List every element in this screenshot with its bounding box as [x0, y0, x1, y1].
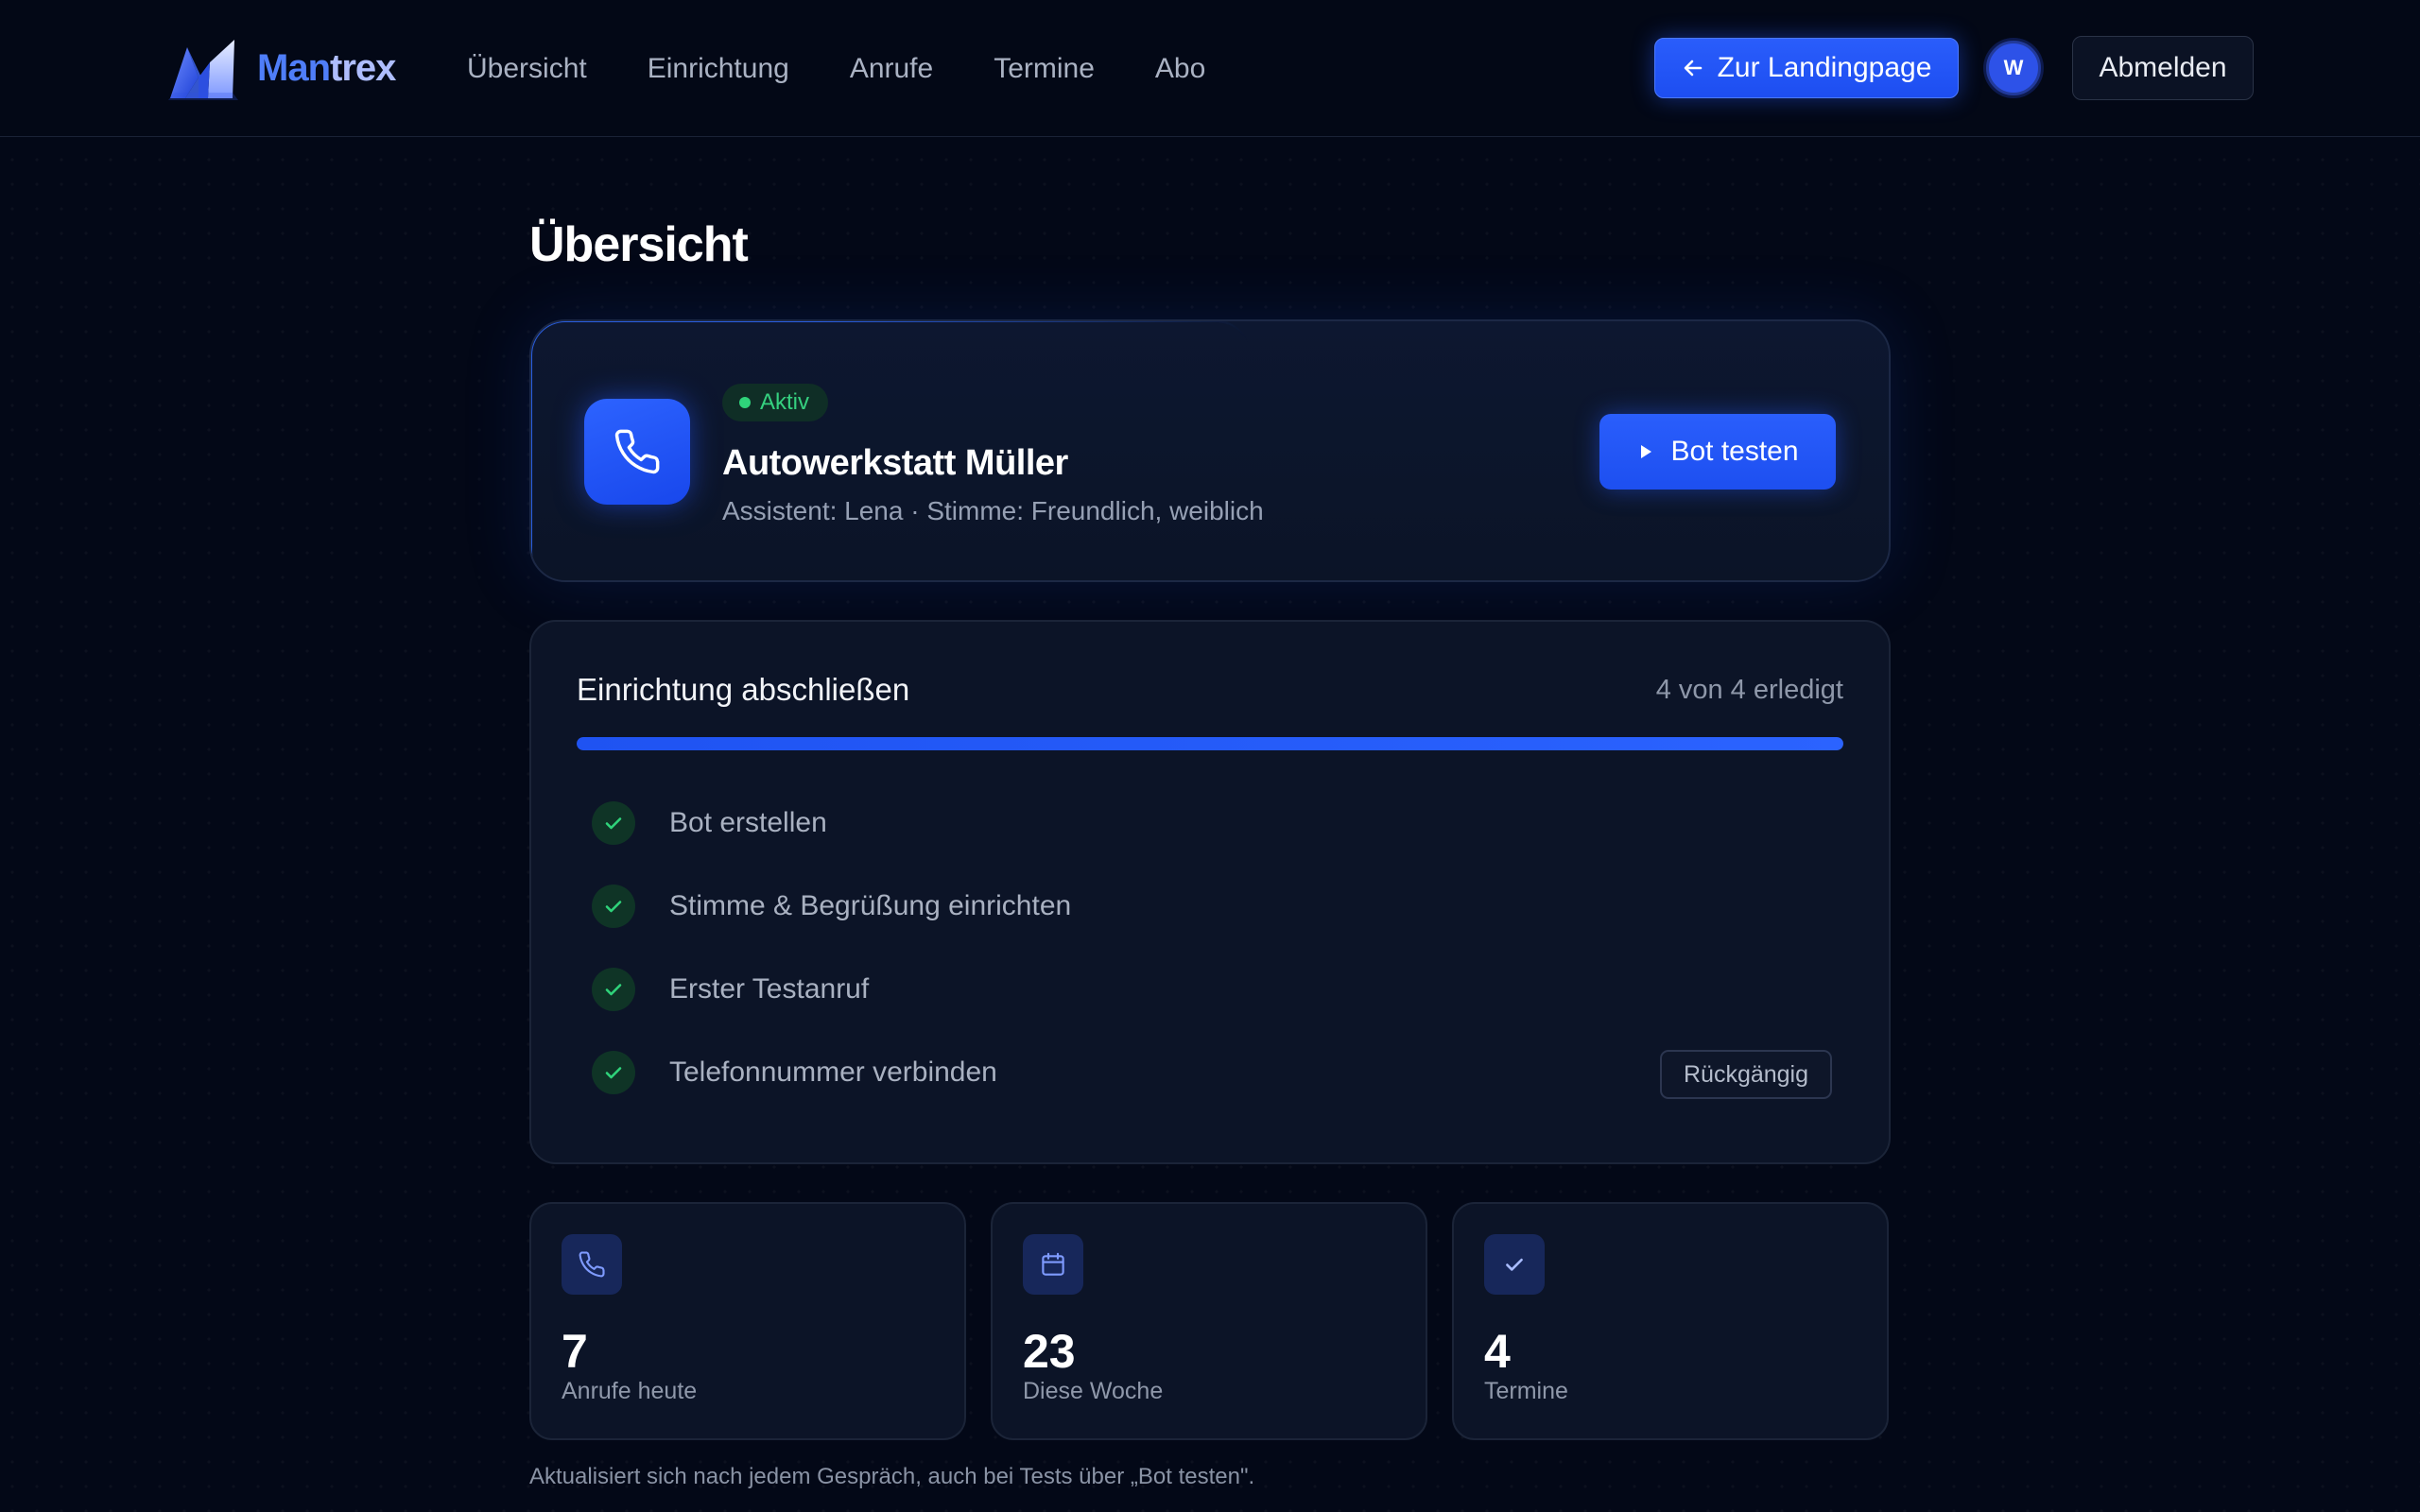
- bot-status-card: Aktiv Autowerkstatt Müller Assistent: Le…: [529, 319, 1891, 582]
- setup-step-label: Stimme & Begrüßung einrichten: [669, 890, 1072, 921]
- bot-phone-icon: [584, 399, 690, 505]
- phone-icon: [562, 1234, 622, 1295]
- check-circle-icon: [592, 801, 635, 845]
- logout-button[interactable]: Abmelden: [2072, 36, 2254, 100]
- setup-step-label: Bot erstellen: [669, 807, 827, 838]
- nav-item-anrufe[interactable]: Anrufe: [850, 49, 933, 89]
- setup-step: Stimme & Begrüßung einrichten: [592, 885, 1832, 968]
- stat-label: Diese Woche: [1023, 1378, 1164, 1404]
- undo-button[interactable]: Rückgängig: [1660, 1050, 1832, 1099]
- setup-step: Erster Testanruf: [592, 968, 1832, 1051]
- main-nav: Übersicht Einrichtung Anrufe Termine Abo: [467, 49, 1266, 89]
- setup-steps-list: Bot erstellen Stimme & Begrüßung einrich…: [592, 801, 1832, 1134]
- stat-card-this-week: 23 Diese Woche: [991, 1202, 1427, 1440]
- user-avatar[interactable]: W: [1986, 41, 2041, 95]
- check-circle-icon: [592, 1051, 635, 1094]
- setup-progress-fill: [577, 737, 1843, 750]
- setup-progress-card: Einrichtung abschließen 4 von 4 erledigt…: [529, 620, 1891, 1164]
- check-circle-icon: [592, 885, 635, 928]
- status-dot-icon: [739, 397, 751, 408]
- brand-name-part2: trex: [330, 47, 396, 89]
- stat-value: 23: [1023, 1325, 1076, 1378]
- setup-progress-count: 4 von 4 erledigt: [1655, 675, 1843, 705]
- test-bot-button-label: Bot testen: [1670, 436, 1799, 467]
- setup-step-label: Erster Testanruf: [669, 973, 870, 1005]
- mantrex-logo-icon[interactable]: [166, 36, 240, 102]
- stat-card-appointments: 4 Termine: [1452, 1202, 1889, 1440]
- setup-step: Bot erstellen: [592, 801, 1832, 885]
- landing-page-button-label: Zur Landingpage: [1717, 52, 1932, 83]
- top-navigation-bar: Mantrex Übersicht Einrichtung Anrufe Ter…: [0, 0, 2420, 137]
- nav-item-termine[interactable]: Termine: [994, 49, 1095, 89]
- check-icon: [1484, 1234, 1545, 1295]
- arrow-left-icon: [1684, 60, 1702, 77]
- stat-card-calls-today: 7 Anrufe heute: [529, 1202, 966, 1440]
- calendar-icon: [1023, 1234, 1083, 1295]
- stat-label: Termine: [1484, 1378, 1568, 1404]
- page-title: Übersicht: [529, 217, 749, 272]
- check-circle-icon: [592, 968, 635, 1011]
- setup-step-label: Telefonnummer verbinden: [669, 1057, 997, 1088]
- nav-item-abo[interactable]: Abo: [1155, 49, 1205, 89]
- bot-subtitle: Assistent: Lena · Stimme: Freundlich, we…: [722, 496, 1264, 525]
- landing-page-button[interactable]: Zur Landingpage: [1654, 38, 1959, 98]
- status-badge-label: Aktiv: [760, 389, 810, 415]
- stat-value: 7: [562, 1325, 588, 1378]
- stat-value: 4: [1484, 1325, 1511, 1378]
- stats-footnote: Aktualisiert sich nach jedem Gespräch, a…: [529, 1464, 1255, 1489]
- brand-name-part1: Man: [257, 47, 331, 89]
- status-badge: Aktiv: [722, 384, 829, 421]
- test-bot-button[interactable]: Bot testen: [1599, 414, 1836, 490]
- bot-name: Autowerkstatt Müller: [722, 443, 1068, 483]
- setup-title: Einrichtung abschließen: [577, 672, 910, 707]
- nav-item-einrichtung[interactable]: Einrichtung: [648, 49, 789, 89]
- setup-step: Telefonnummer verbinden Rückgängig: [592, 1050, 1832, 1134]
- setup-progress-bar: [577, 737, 1843, 750]
- brand-name[interactable]: Mantrex: [257, 43, 396, 93]
- nav-item-uebersicht[interactable]: Übersicht: [467, 49, 587, 89]
- play-icon: [1641, 445, 1652, 458]
- stat-label: Anrufe heute: [562, 1378, 698, 1404]
